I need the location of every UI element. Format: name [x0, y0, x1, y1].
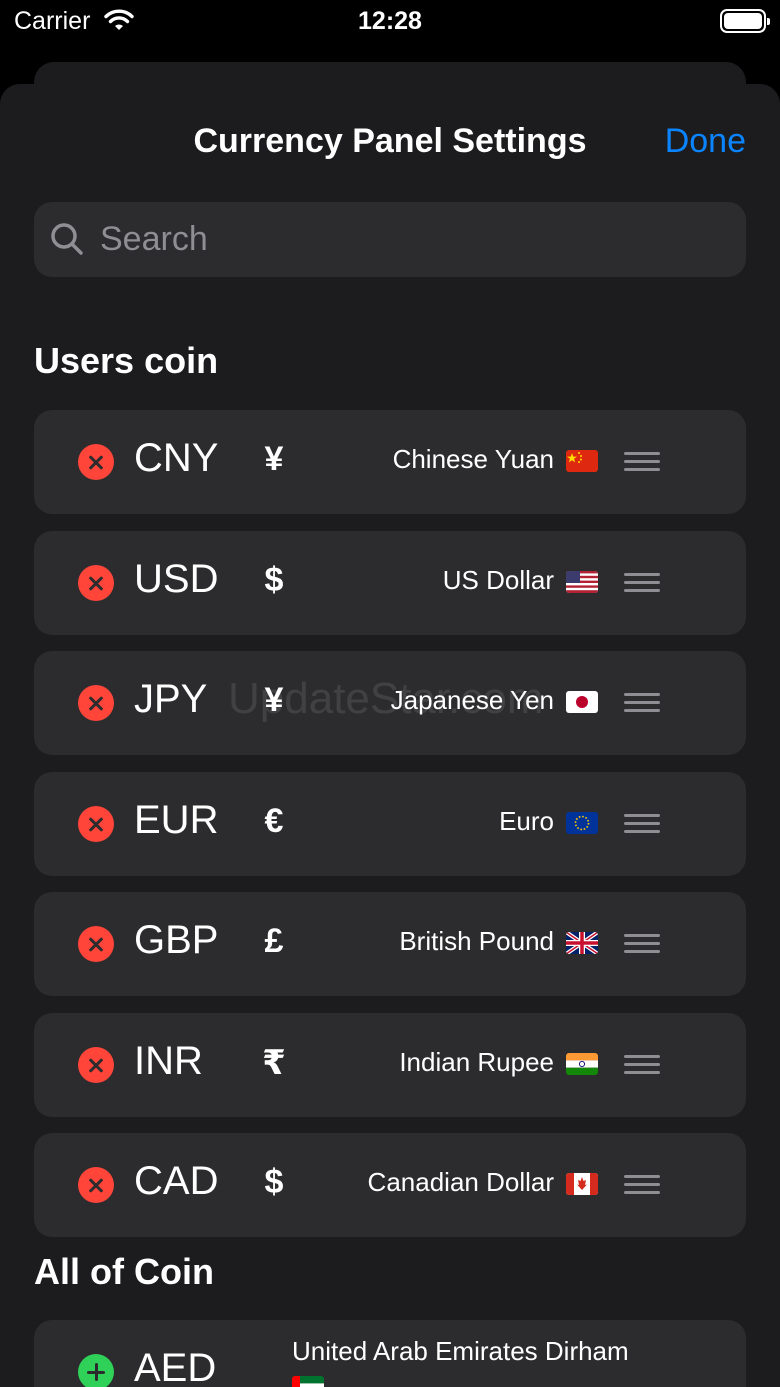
currency-name: US Dollar — [442, 565, 554, 595]
currency-symbol: $ — [264, 1163, 284, 1201]
section-header-all-of-coin: All of Coin — [34, 1251, 214, 1292]
currency-symbol: € — [264, 802, 284, 840]
currency-code: EUR — [134, 798, 219, 842]
drag-handle-icon[interactable] — [624, 452, 660, 474]
search-input[interactable] — [100, 202, 720, 277]
currency-symbol: $ — [264, 561, 284, 599]
section-header-users-coin: Users coin — [34, 340, 219, 381]
currency-name: British Pound — [399, 926, 554, 956]
page-title: Currency Panel Settings — [193, 122, 587, 160]
currency-name: Japanese Yen — [390, 685, 554, 715]
drag-handle-icon[interactable] — [624, 1055, 660, 1077]
uk-flag-icon — [566, 932, 598, 954]
currency-code: CNY — [134, 436, 219, 480]
china-flag-icon — [566, 450, 598, 472]
users-coin-row-eur[interactable]: EUR € Euro — [34, 772, 746, 876]
currency-symbol: ₹ — [262, 1044, 286, 1082]
currency-name: United Arab Emirates Dirham — [292, 1336, 629, 1366]
done-button[interactable]: Done — [665, 122, 746, 161]
battery-icon — [720, 9, 770, 33]
remove-circle-icon[interactable] — [78, 565, 114, 601]
currency-code: INR — [134, 1039, 203, 1083]
currency-symbol: ¥ — [264, 440, 284, 478]
drag-handle-icon[interactable] — [624, 934, 660, 956]
japan-flag-icon — [566, 691, 598, 713]
remove-circle-icon[interactable] — [78, 806, 114, 842]
currency-name: Indian Rupee — [399, 1047, 554, 1077]
drag-handle-icon[interactable] — [624, 693, 660, 715]
status-bar: Carrier 12:28 — [0, 0, 780, 44]
us-flag-icon — [566, 571, 598, 593]
users-coin-row-jpy[interactable]: JPY ¥ Japanese Yen — [34, 651, 746, 755]
currency-code: USD — [134, 557, 219, 601]
currency-code: AED — [134, 1346, 217, 1387]
currency-code: JPY — [134, 677, 208, 721]
users-coin-row-cny[interactable]: CNY ¥ Chinese Yuan — [34, 410, 746, 514]
drag-handle-icon[interactable] — [624, 1175, 660, 1197]
currency-name: Canadian Dollar — [367, 1167, 554, 1197]
add-circle-icon[interactable] — [78, 1354, 114, 1387]
currency-code: GBP — [134, 918, 219, 962]
drag-handle-icon[interactable] — [624, 573, 660, 595]
uae-flag-icon — [292, 1376, 324, 1387]
currency-settings-sheet: Currency Panel Settings Done Users coin … — [0, 84, 780, 1387]
currency-name: Euro — [499, 806, 554, 836]
users-coin-row-inr[interactable]: INR ₹ Indian Rupee — [34, 1013, 746, 1117]
remove-circle-icon[interactable] — [78, 926, 114, 962]
canada-flag-icon — [566, 1173, 598, 1195]
users-coin-row-cad[interactable]: CAD $ Canadian Dollar — [34, 1133, 746, 1237]
all-coin-row-aed[interactable]: AED United Arab Emirates Dirham — [34, 1320, 746, 1387]
remove-circle-icon[interactable] — [78, 444, 114, 480]
currency-code: CAD — [134, 1159, 219, 1203]
search-icon — [51, 223, 83, 255]
remove-circle-icon[interactable] — [78, 1167, 114, 1203]
currency-symbol: ¥ — [264, 681, 284, 719]
currency-name: Chinese Yuan — [392, 444, 554, 474]
india-flag-icon — [566, 1053, 598, 1075]
remove-circle-icon[interactable] — [78, 685, 114, 721]
currency-symbol: £ — [264, 922, 284, 960]
remove-circle-icon[interactable] — [78, 1047, 114, 1083]
eu-flag-icon — [566, 812, 598, 834]
users-coin-row-gbp[interactable]: GBP £ British Pound — [34, 892, 746, 996]
search-bar[interactable] — [34, 202, 746, 277]
clock: 12:28 — [358, 7, 422, 35]
users-coin-row-usd[interactable]: USD $ US Dollar — [34, 531, 746, 635]
drag-handle-icon[interactable] — [624, 814, 660, 836]
